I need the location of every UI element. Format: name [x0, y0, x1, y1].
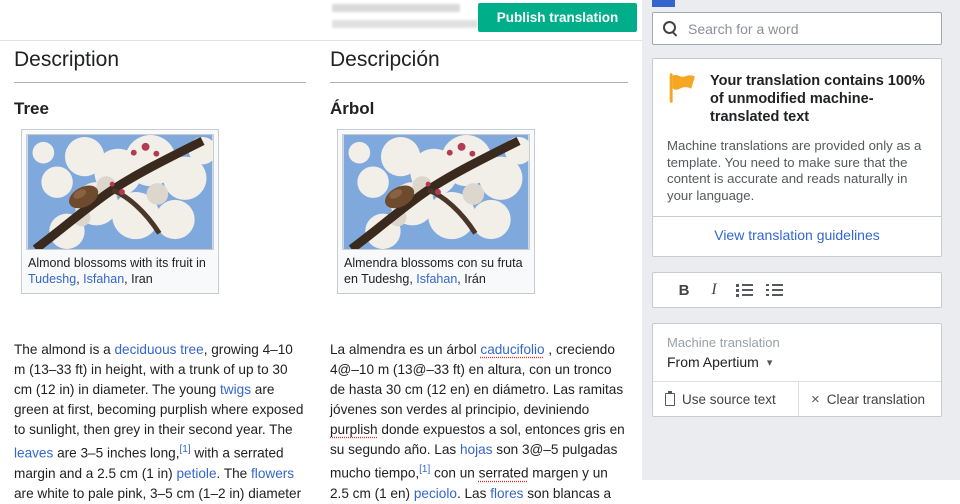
use-source-text-button[interactable]: Use source text [653, 382, 799, 416]
inline-link[interactable]: flores [490, 486, 523, 501]
inline-link[interactable]: peciolo [414, 486, 457, 501]
blue-tab-fragment [652, 0, 675, 7]
warning-title: Your translation contains 100% of unmodi… [710, 72, 927, 126]
inline-link[interactable]: petiole [176, 466, 216, 481]
target-subheading: Árbol [330, 99, 628, 119]
machine-translation-card: Machine translation From Apertium ▾ Use … [652, 323, 942, 417]
almond-blossom-image [26, 134, 214, 250]
source-image-caption: Almond blossoms with its fruit in Tudesh… [26, 250, 214, 289]
dictionary-search-card [652, 12, 942, 45]
inline-link[interactable]: flowers [251, 466, 294, 481]
misspelled-word: purplish [330, 422, 378, 437]
paste-icon [665, 393, 675, 406]
almond-blossom-image [342, 134, 530, 250]
source-image-thumbnail: Almond blossoms with its fruit in Tudesh… [21, 129, 219, 294]
target-image-caption: Almendra blossoms con su fruta en Tudesh… [342, 250, 530, 289]
inline-link[interactable]: Isfahan [83, 272, 124, 286]
inline-link[interactable]: Tudeshg [28, 272, 76, 286]
source-column: Description Tree [14, 41, 306, 504]
blurred-text-line [332, 20, 478, 28]
search-input[interactable] [688, 21, 918, 37]
formatting-toolbar: B I [652, 272, 942, 308]
misspelled-word: serrated [479, 466, 529, 481]
publish-translation-button[interactable]: Publish translation [478, 3, 637, 32]
translation-editor: Publish translation Description Tree [0, 0, 642, 480]
numbered-list-button[interactable] [731, 278, 757, 302]
inline-link[interactable]: twigs [220, 382, 251, 397]
inline-link[interactable]: hojas [460, 442, 493, 457]
mt-provider-value: From Apertium [667, 354, 759, 370]
flag-icon [667, 72, 697, 104]
numbered-list-icon [736, 284, 753, 296]
target-section-heading: Descripción [330, 48, 628, 83]
inline-link[interactable]: leaves [14, 446, 53, 461]
mt-provider-dropdown[interactable]: From Apertium ▾ [667, 354, 772, 370]
clear-translation-label: Clear translation [827, 392, 925, 407]
machine-translation-label: Machine translation [667, 335, 927, 350]
blurred-text-line [332, 4, 460, 12]
clear-translation-button[interactable]: × Clear translation [799, 382, 925, 416]
search-icon [663, 21, 679, 37]
bullet-list-button[interactable] [761, 278, 787, 302]
reference-link[interactable]: [1] [419, 464, 430, 475]
view-translation-guidelines-link[interactable]: View translation guidelines [714, 227, 880, 243]
editor-topbar: Publish translation [0, 0, 642, 41]
bold-button[interactable]: B [671, 278, 697, 302]
mt-warning-card: Your translation contains 100% of unmodi… [652, 58, 942, 257]
target-paragraph[interactable]: La almendra es un árbol caducifolio , cr… [330, 340, 628, 504]
close-icon: × [811, 392, 820, 407]
target-image-thumbnail: Almendra blossoms con su fruta en Tudesh… [337, 129, 535, 294]
target-column[interactable]: Descripción Árbol [330, 41, 628, 504]
chevron-down-icon: ▾ [767, 356, 773, 369]
source-paragraph: The almond is a deciduous tree, growing … [14, 340, 306, 504]
use-source-text-label: Use source text [682, 392, 776, 407]
inline-link[interactable]: Isfahan [416, 272, 457, 286]
source-subheading: Tree [14, 99, 306, 119]
bullet-list-icon [766, 284, 783, 296]
italic-button[interactable]: I [701, 278, 727, 302]
tools-sidebar: Your translation contains 100% of unmodi… [642, 0, 960, 480]
inline-link[interactable]: caducifolio [480, 342, 544, 357]
warning-body: Machine translations are provided only a… [653, 126, 941, 216]
reference-link[interactable]: [1] [180, 444, 191, 455]
source-section-heading: Description [14, 48, 306, 83]
inline-link[interactable]: deciduous tree [115, 342, 204, 357]
